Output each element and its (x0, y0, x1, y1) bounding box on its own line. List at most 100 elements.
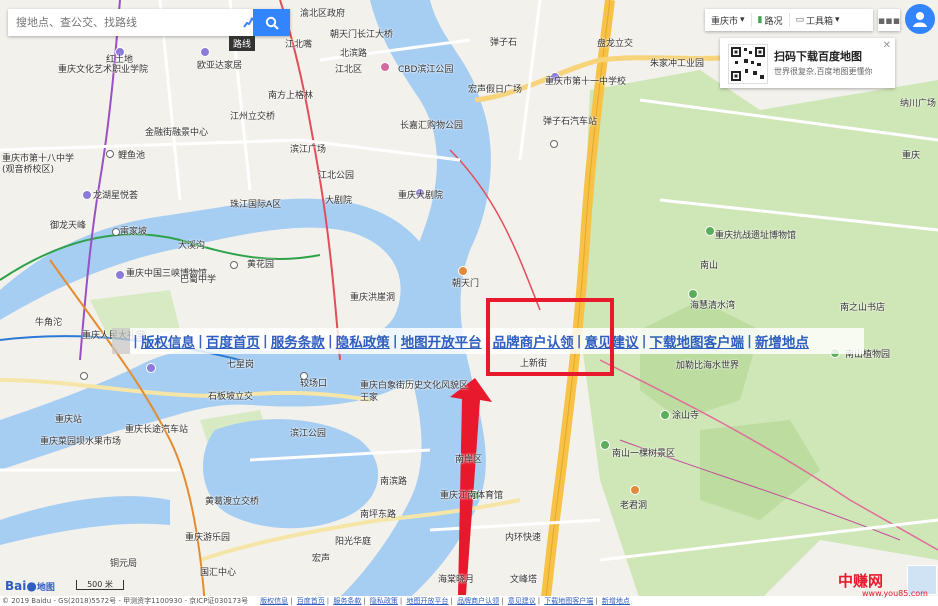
map-label: CBD滨江公园 (398, 65, 454, 75)
map-label: 重庆长途汽车站 (125, 425, 189, 435)
map-label: 七星岗 (227, 360, 255, 370)
map-label: 重庆文化艺术职业学院 (58, 65, 149, 75)
link-open-platform[interactable]: 地图开放平台 (401, 331, 482, 351)
map-label: 重庆市第十一中学校 (545, 77, 627, 87)
traffic-button[interactable]: ▮ 路况 (752, 13, 790, 27)
bottom-link[interactable]: 百度首页 (297, 597, 325, 605)
map-label: 朱家冲工业园 (650, 59, 705, 69)
map-toolbar: 重庆市 ▾ ▮ 路况 ▭ 工具箱 ▾ (705, 9, 873, 31)
map-label: 大剧院 (325, 196, 353, 206)
link-terms[interactable]: 服务条款 (271, 331, 325, 351)
map-label: 南山一棵树景区 (612, 449, 676, 459)
map-canvas[interactable]: 红土地 重庆文化艺术职业学院 欧亚达家居 渝北区政府 朝天门长江大桥 弹子石 盘… (0, 0, 938, 606)
bottom-link[interactable]: 隐私政策 (370, 597, 398, 605)
blurred-region (112, 328, 130, 354)
poi-marker[interactable] (600, 440, 610, 450)
message-button[interactable]: ▪▪▪ (878, 9, 900, 31)
tools-button[interactable]: ▭ 工具箱 ▾ (790, 13, 846, 27)
map-label: 较场口 (300, 379, 328, 389)
map-label: 弹子石 (490, 38, 518, 48)
poi-marker[interactable] (705, 226, 715, 236)
map-label: (观音桥校区) (2, 165, 55, 175)
link-download-client[interactable]: 下载地图客户端 (650, 331, 745, 351)
map-label: 重庆洪崖洞 (350, 293, 396, 303)
map-label: 宏声 (312, 554, 331, 564)
city-select[interactable]: 重庆市 ▾ (705, 13, 752, 27)
map-label: 内环快速 (505, 533, 542, 543)
bottom-link[interactable]: 新增地点 (602, 597, 630, 605)
bottom-link[interactable]: 意见建议 (508, 597, 536, 605)
map-label: 加勒比海水世界 (676, 361, 740, 371)
poi-marker[interactable] (458, 266, 468, 276)
map-label: 国汇中心 (200, 568, 237, 578)
map-label: 鲤鱼池 (118, 151, 146, 161)
map-label: 长嘉汇购物公园 (400, 121, 464, 131)
separator: | (262, 333, 268, 349)
poi-marker[interactable] (660, 410, 670, 420)
link-copyright[interactable]: 版权信息 (141, 331, 195, 351)
metro-station[interactable] (112, 228, 120, 236)
map-label: 南岸区 (455, 455, 483, 465)
map-label: 老君洞 (620, 501, 648, 511)
close-icon[interactable]: ✕ (883, 40, 891, 51)
map-label: 黄花园 (247, 260, 275, 270)
user-icon (913, 12, 927, 27)
map-label: 南滨路 (380, 477, 408, 487)
map-label: 江北公园 (318, 171, 355, 181)
poi-marker[interactable] (630, 485, 640, 495)
map-label: 御龙天峰 (50, 221, 87, 231)
link-baidu-home[interactable]: 百度首页 (206, 331, 260, 351)
poi-marker[interactable] (380, 62, 390, 72)
qr-subtitle: 世界很复杂,百度地图更懂你 (774, 67, 873, 76)
metro-station[interactable] (550, 140, 558, 148)
link-privacy[interactable]: 隐私政策 (336, 331, 390, 351)
bottom-links: 版权信息 | 百度首页 | 服务条款 | 隐私政策 | 地图开放平台 | 品牌商户认领 | … (260, 597, 630, 605)
bottom-link[interactable]: 服务条款 (333, 597, 361, 605)
search-button[interactable] (253, 9, 290, 36)
search-icon (265, 16, 279, 30)
bottom-link[interactable]: 品牌商户认领 (457, 597, 499, 605)
map-label: 金融街融景中心 (145, 128, 209, 138)
user-avatar[interactable] (905, 4, 935, 34)
bottom-link[interactable]: 版权信息 (260, 597, 288, 605)
highlight-box (486, 298, 614, 376)
map-label: 重庆大剧院 (398, 191, 444, 201)
logo-text: Bai (5, 579, 27, 593)
chevron-down-icon: ▾ (740, 15, 745, 25)
bottom-link[interactable]: 下载地图客户端 (544, 597, 593, 605)
watermark-url: www.you85.com (862, 589, 928, 598)
link-add-place[interactable]: 新增地点 (755, 331, 809, 351)
map-label: 北滨路 (340, 49, 368, 59)
map-label: 龙湖星悦荟 (93, 191, 139, 201)
map-label: 江北区 (335, 65, 363, 75)
map-label: 文峰塔 (510, 575, 538, 585)
poi-marker[interactable] (82, 190, 92, 200)
map-label: 海棠晓月 (438, 575, 475, 585)
metro-station[interactable] (106, 150, 114, 158)
qr-download-panel[interactable]: 扫码下载百度地图 世界很复杂,百度地图更懂你 ✕ (720, 38, 895, 88)
map-label: 朝天门 (452, 279, 480, 289)
baidu-map-logo[interactable]: Bai●地图 (5, 579, 55, 593)
separator: | (197, 333, 203, 349)
metro-station[interactable] (230, 261, 238, 269)
map-label: 重庆抗战遗址博物馆 (715, 231, 797, 241)
poi-marker[interactable] (200, 47, 210, 57)
map-label: 重庆菜园坝水果市场 (40, 437, 122, 447)
map-label: 南坪东路 (360, 510, 397, 520)
bottom-link[interactable]: 地图开放平台 (407, 597, 449, 605)
map-label: 欧亚达家居 (197, 61, 243, 71)
poi-marker[interactable] (115, 270, 125, 280)
map-label: 宏声假日广场 (468, 85, 523, 95)
map-label: 重庆站 (55, 415, 83, 425)
poi-marker[interactable] (146, 363, 156, 373)
metro-station[interactable] (80, 372, 88, 380)
map-label: 弹子石汽车站 (543, 117, 598, 127)
search-input[interactable] (14, 11, 228, 34)
map-label: 朝天门长江大桥 (330, 30, 394, 40)
traffic-icon: ▮ (757, 15, 763, 25)
bottom-bar: © 2019 Baidu - GS(2018)5572号 - 甲测资字11009… (0, 596, 938, 606)
map-label: 王家 (360, 393, 379, 403)
map-label: 巴蜀中学 (180, 275, 217, 285)
search-box[interactable] (8, 9, 290, 36)
toolbox-icon: ▭ (795, 15, 805, 25)
